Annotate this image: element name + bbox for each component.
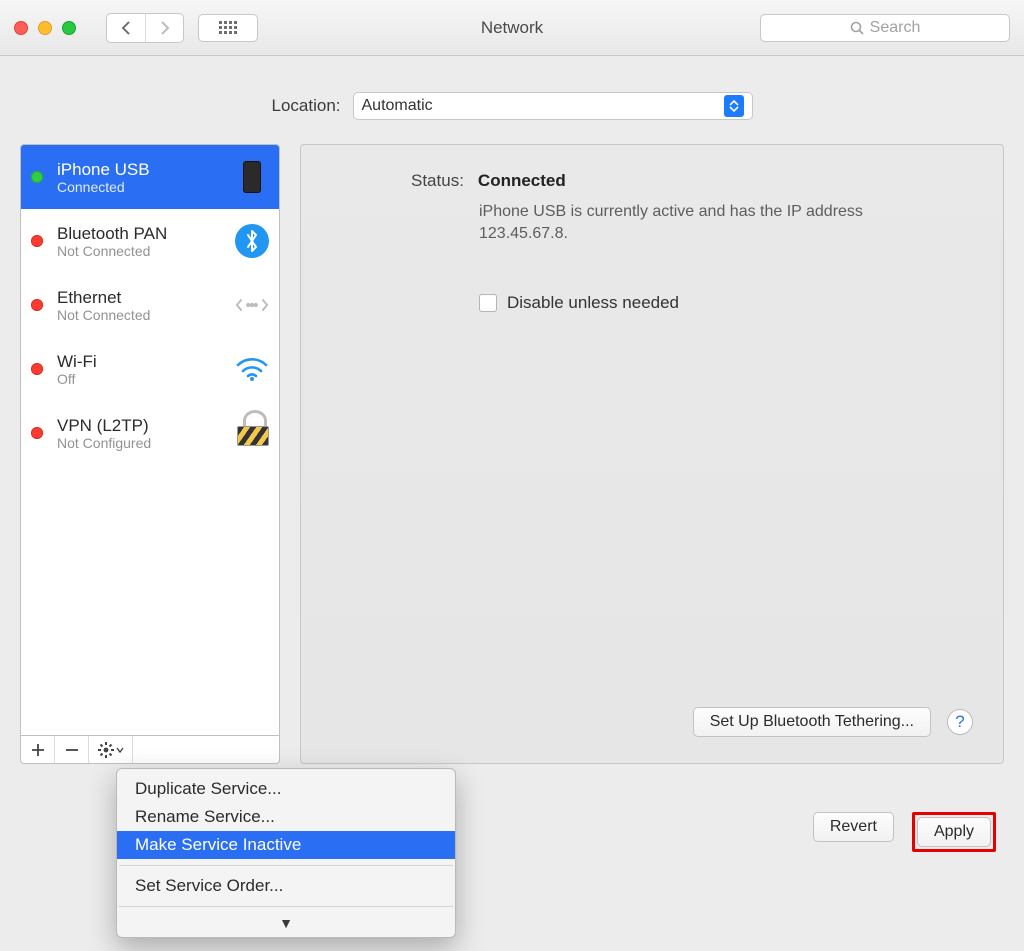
- status-dot-disconnected-icon: [31, 427, 43, 439]
- menu-scroll-down-icon[interactable]: ▼: [117, 913, 455, 931]
- service-name: Wi-Fi: [57, 352, 225, 371]
- status-label: Status:: [411, 171, 464, 191]
- service-actions-button[interactable]: [89, 736, 133, 763]
- gear-icon: [98, 742, 114, 758]
- service-status: Off: [57, 371, 225, 387]
- service-bluetooth-pan[interactable]: Bluetooth PAN Not Connected: [21, 209, 279, 273]
- service-actions-menu: Duplicate Service... Rename Service... M…: [116, 768, 456, 938]
- search-field[interactable]: Search: [760, 14, 1010, 42]
- add-service-button[interactable]: [21, 736, 55, 763]
- minus-icon: [65, 743, 79, 757]
- window-controls: [14, 21, 76, 35]
- search-placeholder: Search: [870, 19, 921, 37]
- location-label: Location:: [272, 96, 341, 116]
- close-window-button[interactable]: [14, 21, 28, 35]
- menu-item-duplicate-service[interactable]: Duplicate Service...: [117, 775, 455, 803]
- service-status: Not Connected: [57, 307, 225, 323]
- service-text: Bluetooth PAN Not Connected: [57, 224, 225, 259]
- service-text: Ethernet Not Connected: [57, 288, 225, 323]
- service-status: Not Connected: [57, 243, 225, 259]
- system-preferences-network-window: Network Search Location: Automatic: [0, 0, 1024, 951]
- select-stepper-icon: [724, 95, 744, 117]
- forward-button[interactable]: [145, 14, 183, 42]
- status-value: Connected: [478, 171, 566, 191]
- disable-unless-needed-row: Disable unless needed: [479, 293, 973, 313]
- disable-unless-needed-checkbox[interactable]: [479, 294, 497, 312]
- location-select[interactable]: Automatic: [353, 92, 753, 120]
- status-dot-disconnected-icon: [31, 235, 43, 247]
- status-dot-disconnected-icon: [31, 363, 43, 375]
- iphone-icon: [235, 160, 269, 194]
- show-all-button[interactable]: [198, 14, 258, 42]
- status-dot-disconnected-icon: [31, 299, 43, 311]
- menu-separator: [119, 865, 453, 866]
- zoom-window-button[interactable]: [62, 21, 76, 35]
- service-text: iPhone USB Connected: [57, 160, 225, 195]
- service-text: VPN (L2TP) Not Configured: [57, 416, 225, 451]
- service-name: iPhone USB: [57, 160, 225, 179]
- service-iphone-usb[interactable]: iPhone USB Connected: [21, 145, 279, 209]
- bottom-buttons: Revert Apply: [813, 812, 996, 852]
- service-list: iPhone USB Connected Bluetooth PAN Not C…: [20, 144, 280, 736]
- service-ethernet[interactable]: Ethernet Not Connected: [21, 273, 279, 337]
- service-status: Not Configured: [57, 435, 225, 451]
- minimize-window-button[interactable]: [38, 21, 52, 35]
- wifi-icon: [235, 352, 269, 386]
- service-text: Wi-Fi Off: [57, 352, 225, 387]
- detail-footer: Set Up Bluetooth Tethering... ?: [331, 707, 973, 737]
- menu-separator: [119, 906, 453, 907]
- setup-bluetooth-tethering-button[interactable]: Set Up Bluetooth Tethering...: [693, 707, 931, 737]
- remove-service-button[interactable]: [55, 736, 89, 763]
- sidebar-footer: [20, 736, 280, 764]
- service-name: VPN (L2TP): [57, 416, 225, 435]
- ethernet-icon: [235, 288, 269, 322]
- service-status: Connected: [57, 179, 225, 195]
- revert-button[interactable]: Revert: [813, 812, 894, 842]
- service-sidebar: iPhone USB Connected Bluetooth PAN Not C…: [20, 144, 280, 764]
- chevron-down-icon: [116, 747, 124, 753]
- apply-highlight: Apply: [912, 812, 996, 852]
- back-button[interactable]: [107, 14, 145, 42]
- plus-icon: [31, 743, 45, 757]
- help-button[interactable]: ?: [947, 709, 973, 735]
- search-icon: [850, 21, 864, 35]
- location-row: Location: Automatic: [20, 92, 1004, 120]
- menu-item-make-service-inactive[interactable]: Make Service Inactive: [117, 831, 455, 859]
- toolbar-buttons: [106, 13, 258, 43]
- disable-unless-needed-label: Disable unless needed: [507, 293, 679, 313]
- panels: iPhone USB Connected Bluetooth PAN Not C…: [20, 144, 1004, 764]
- detail-pane: Status: Connected iPhone USB is currentl…: [300, 144, 1004, 764]
- menu-item-set-service-order[interactable]: Set Service Order...: [117, 872, 455, 900]
- status-description: iPhone USB is currently active and has t…: [479, 201, 879, 245]
- status-row: Status: Connected: [331, 171, 973, 191]
- vpn-lock-icon: [235, 416, 269, 450]
- service-wifi[interactable]: Wi-Fi Off: [21, 337, 279, 401]
- menu-item-rename-service[interactable]: Rename Service...: [117, 803, 455, 831]
- status-dot-connected-icon: [31, 171, 43, 183]
- service-name: Ethernet: [57, 288, 225, 307]
- apply-button[interactable]: Apply: [917, 817, 991, 847]
- service-vpn[interactable]: VPN (L2TP) Not Configured: [21, 401, 279, 465]
- service-name: Bluetooth PAN: [57, 224, 225, 243]
- nav-group: [106, 13, 184, 43]
- titlebar: Network Search: [0, 0, 1024, 56]
- bluetooth-icon: [235, 224, 269, 258]
- location-value: Automatic: [362, 97, 433, 115]
